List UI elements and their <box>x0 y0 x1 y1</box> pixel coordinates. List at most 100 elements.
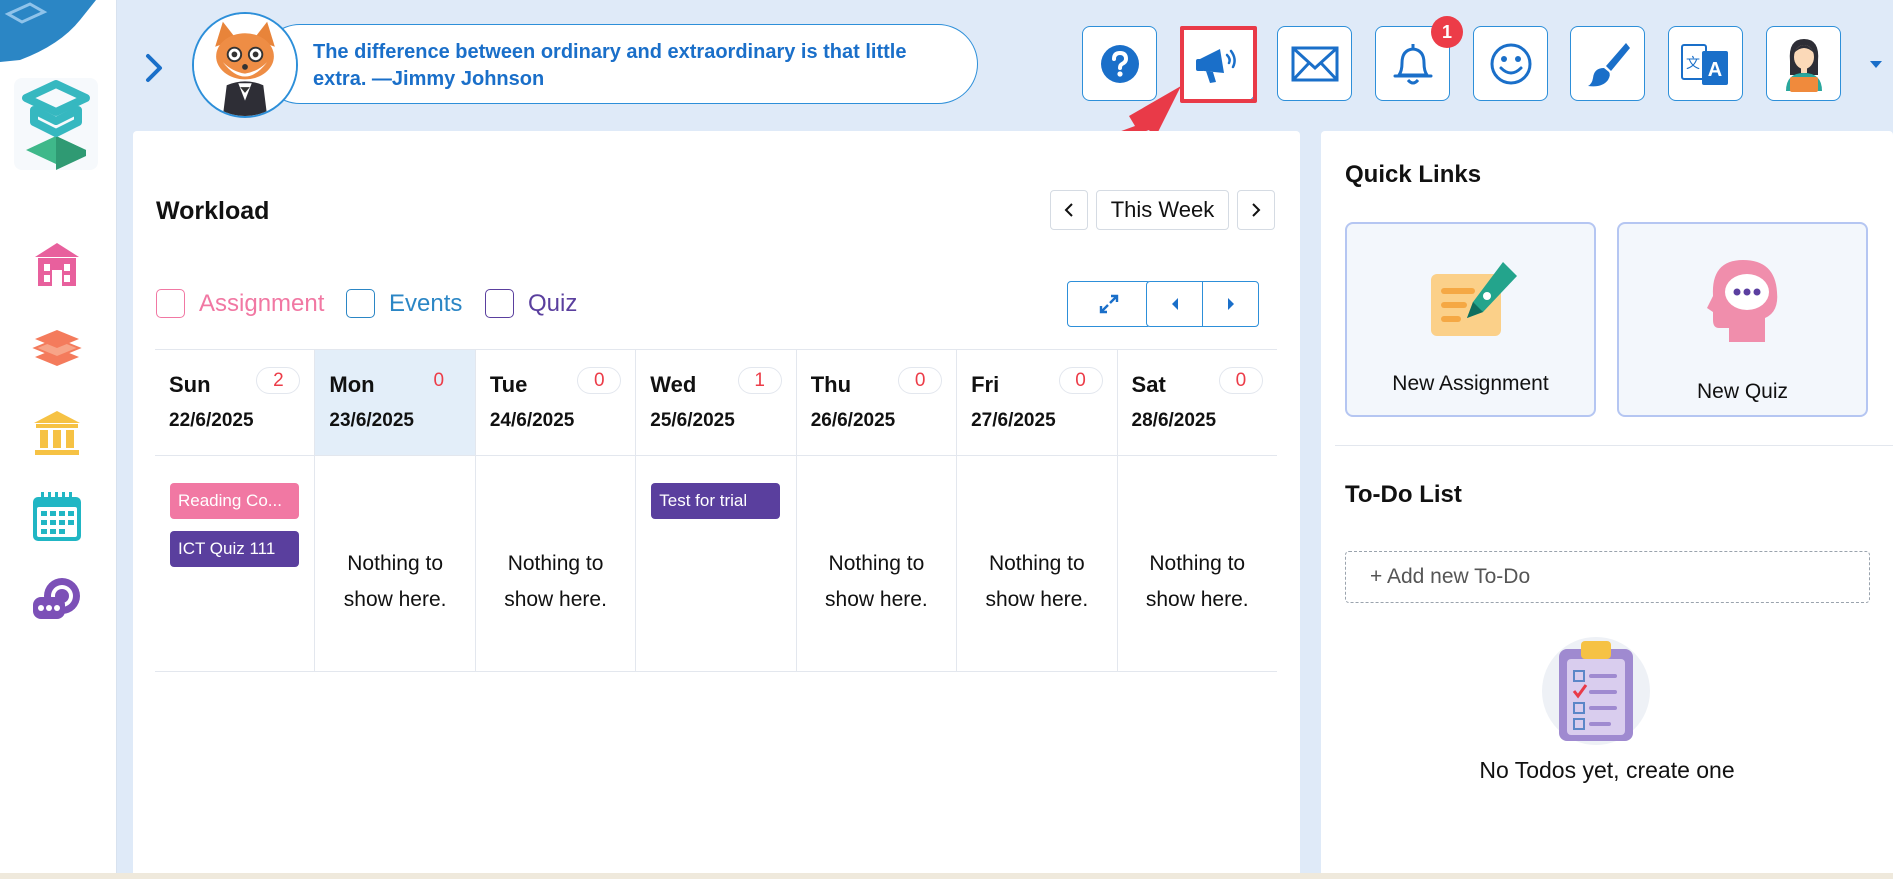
help-button[interactable] <box>1082 26 1157 101</box>
messages-button[interactable] <box>1277 26 1352 101</box>
quote-text: The difference between ordinary and extr… <box>313 41 907 90</box>
empty-day-message: Nothing to show here. <box>504 552 607 611</box>
filter-events[interactable]: Events <box>346 289 462 318</box>
chevron-right-icon <box>1252 203 1261 217</box>
feedback-button[interactable] <box>1473 26 1548 101</box>
sidebar <box>0 0 117 879</box>
brush-icon <box>1587 42 1630 86</box>
clipboard-icon <box>1542 637 1650 745</box>
day-date: 28/6/2025 <box>1131 410 1217 431</box>
day-body: Nothing to show here. <box>957 456 1116 672</box>
day-date: 26/6/2025 <box>810 410 896 431</box>
theme-button[interactable] <box>1570 26 1645 101</box>
day-body: Nothing to show here. <box>315 456 474 672</box>
translate-icon: A 文 <box>1680 43 1728 85</box>
day-column-sat: Sat 28/6/2025 0 Nothing to show here. <box>1116 350 1277 672</box>
day-header[interactable]: Sat 28/6/2025 0 <box>1117 350 1277 456</box>
new-quiz-card[interactable]: New Quiz <box>1617 222 1868 417</box>
day-header[interactable]: Mon 23/6/2025 0 <box>315 350 475 456</box>
brand-corner-icon <box>0 0 96 62</box>
books-icon <box>32 330 82 366</box>
new-assignment-card[interactable]: New Assignment <box>1345 222 1596 417</box>
day-count-badge: 0 <box>1058 367 1103 394</box>
todo-empty-message: No Todos yet, create one <box>1479 757 1735 783</box>
assignment-label: Assignment <box>199 289 325 317</box>
week-range-button[interactable]: This Week <box>1096 190 1229 230</box>
day-date: 27/6/2025 <box>971 410 1056 431</box>
scroll-right-button[interactable] <box>1202 281 1259 327</box>
assignment-event-chip[interactable]: Reading Co... <box>170 483 299 519</box>
language-button[interactable]: A 文 <box>1668 26 1743 101</box>
day-count-badge: 0 <box>577 367 622 394</box>
add-todo-input[interactable] <box>1345 551 1870 603</box>
profile-button[interactable] <box>1766 26 1841 101</box>
institution-icon <box>34 411 80 455</box>
megaphone-icon <box>1195 48 1236 83</box>
day-count-badge: 1 <box>737 367 782 394</box>
bottom-strip <box>0 873 1893 879</box>
quick-links-title: Quick Links <box>1345 161 1482 188</box>
day-date: 23/6/2025 <box>329 410 414 431</box>
caret-down-icon[interactable] <box>1868 56 1884 72</box>
empty-day-message: Nothing to show here. <box>343 552 447 611</box>
next-week-button[interactable] <box>1237 190 1275 230</box>
bell-icon <box>1393 43 1432 84</box>
new-quiz-label: New Quiz <box>1696 380 1789 403</box>
quiz-checkbox[interactable] <box>485 289 514 318</box>
sidebar-toggle-icon[interactable] <box>140 50 168 86</box>
events-label: Events <box>389 289 463 317</box>
day-header[interactable]: Thu 26/6/2025 0 <box>796 350 957 456</box>
right-panel: Quick Links New Assignment New Quiz To-D… <box>1321 131 1893 879</box>
week-calendar: Sun 22/6/2025 2 Reading Co... ICT Quiz 111 Mo… <box>155 349 1277 672</box>
day-header[interactable]: Tue 24/6/2025 0 <box>475 350 636 456</box>
divider <box>1335 445 1893 446</box>
app-logo-icon[interactable] <box>14 78 98 170</box>
caret-right-icon <box>1227 298 1234 310</box>
mail-icon <box>1291 46 1338 81</box>
day-header[interactable]: Wed 25/6/2025 1 <box>636 350 796 456</box>
events-checkbox[interactable] <box>346 289 375 318</box>
svg-text:文: 文 <box>1686 56 1700 72</box>
day-body: Nothing to show here. <box>1118 456 1277 672</box>
day-body: Test for trial <box>636 456 795 672</box>
day-header[interactable]: Sun 22/6/2025 2 <box>155 350 315 456</box>
day-name: Sat <box>1131 372 1166 397</box>
smiley-icon <box>1490 43 1531 84</box>
quiz-event-chip[interactable]: ICT Quiz 111 <box>170 531 299 567</box>
announcements-button[interactable] <box>1180 26 1255 101</box>
todo-title: To-Do List <box>1345 481 1462 508</box>
sidebar-item-calendar[interactable] <box>30 490 84 544</box>
sidebar-item-books[interactable] <box>30 322 84 376</box>
sidebar-item-institution[interactable] <box>30 406 84 460</box>
day-count-badge: 0 <box>1218 367 1263 394</box>
assignment-checkbox[interactable] <box>156 289 185 318</box>
day-column-sun: Sun 22/6/2025 2 Reading Co... ICT Quiz 111 <box>155 350 315 671</box>
fox-mascot-icon <box>194 14 296 116</box>
quiz-event-chip[interactable]: Test for trial <box>651 483 781 519</box>
scroll-left-button[interactable] <box>1146 281 1203 327</box>
empty-day-message: Nothing to show here. <box>825 552 928 611</box>
day-header[interactable]: Fri 27/6/2025 0 <box>957 350 1117 456</box>
day-count-badge: 0 <box>433 369 445 391</box>
sidebar-item-school[interactable] <box>30 238 84 292</box>
empty-day-message: Nothing to show here. <box>1145 552 1249 611</box>
caret-left-icon <box>1171 298 1178 310</box>
day-name: Fri <box>971 372 1000 397</box>
day-date: 24/6/2025 <box>489 410 575 431</box>
day-name: Sun <box>169 372 211 397</box>
calendar-icon <box>33 492 81 541</box>
chevron-left-icon <box>1064 203 1073 217</box>
expand-icon <box>1099 294 1119 314</box>
new-assignment-label: New Assignment <box>1392 372 1549 395</box>
day-name: Mon <box>329 372 375 397</box>
chat-icon <box>33 578 80 619</box>
workload-title: Workload <box>156 197 270 225</box>
filter-assignment[interactable]: Assignment <box>156 289 324 318</box>
expand-button[interactable] <box>1067 281 1151 327</box>
prev-week-button[interactable] <box>1050 190 1088 230</box>
school-icon <box>35 243 79 286</box>
quote-box: The difference between ordinary and extr… <box>260 24 978 104</box>
day-column-mon: Mon 23/6/2025 0 Nothing to show here. <box>314 350 475 672</box>
sidebar-item-chat[interactable] <box>30 574 84 628</box>
filter-quiz[interactable]: Quiz <box>485 289 577 318</box>
